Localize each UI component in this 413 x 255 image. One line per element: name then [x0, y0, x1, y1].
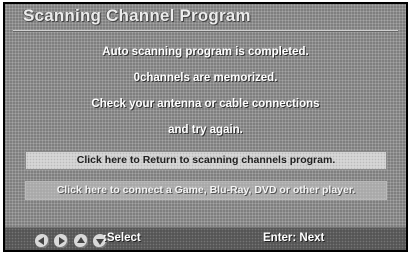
- footer-bar: :Select Enter: Next: [5, 227, 406, 250]
- message-try-again: and try again.: [168, 124, 243, 136]
- message-check-connections: Check your antenna or cable connections: [91, 98, 320, 110]
- left-arrow-icon: [35, 233, 49, 248]
- scanning-channel-dialog: Scanning Channel Program Auto scanning p…: [3, 2, 408, 252]
- connect-device-button[interactable]: Click here to connect a Game, Blu-Ray, D…: [25, 181, 387, 200]
- title-divider: [13, 30, 398, 32]
- message-channels-memorized: 0channels are memorized.: [133, 72, 278, 84]
- return-to-scan-button[interactable]: Click here to Return to scanning channel…: [25, 151, 387, 170]
- dialog-title: Scanning Channel Program: [23, 6, 251, 25]
- right-arrow-icon: [54, 233, 69, 248]
- select-hint: :Select: [103, 232, 141, 244]
- up-arrow-icon: [73, 233, 88, 248]
- message-scan-completed: Auto scanning program is completed.: [102, 46, 309, 58]
- enter-next-hint: Enter: Next: [263, 232, 325, 244]
- navigation-arrows: [35, 232, 108, 250]
